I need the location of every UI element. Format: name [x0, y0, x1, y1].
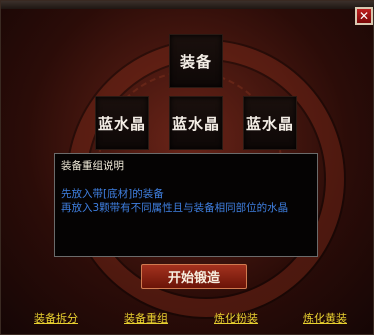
crystal-slot-1[interactable]: 蓝水晶	[95, 96, 149, 150]
equipment-slot-label: 装备	[179, 52, 212, 71]
crystal-slot-label: 蓝水晶	[245, 114, 294, 133]
description-line-1: 先放入带[底材]的装备	[61, 188, 164, 200]
equipment-slot[interactable]: 装备	[169, 34, 223, 88]
equipment-recombine-window: ✕ 装备 蓝水晶 蓝水晶 蓝水晶 装备重组说明 先放入带[底材]的装备 再放入3…	[0, 0, 374, 335]
description-title: 装备重组说明	[61, 160, 124, 172]
close-icon: ✕	[358, 9, 370, 23]
window-top-frame	[1, 1, 374, 9]
crystal-slot-label: 蓝水晶	[97, 114, 146, 133]
close-button[interactable]: ✕	[355, 7, 373, 25]
description-panel: 装备重组说明 先放入带[底材]的装备 再放入3颗带有不同属性且与装备相同部位的水…	[54, 153, 318, 257]
link-refine-pink-equipment[interactable]: 炼化粉装	[214, 310, 258, 326]
link-equipment-recombine[interactable]: 装备重组	[124, 310, 168, 326]
description-line-2: 再放入3颗带有不同属性且与装备相同部位的水晶	[61, 202, 289, 214]
link-equipment-disassemble[interactable]: 装备拆分	[34, 310, 78, 326]
crystal-slot-label: 蓝水晶	[171, 114, 220, 133]
start-forge-label: 开始锻造	[167, 271, 220, 286]
start-forge-button[interactable]: 开始锻造	[141, 264, 247, 289]
crystal-slot-2[interactable]: 蓝水晶	[169, 96, 223, 150]
crystal-slot-3[interactable]: 蓝水晶	[243, 96, 297, 150]
link-refine-yellow-equipment[interactable]: 炼化黄装	[303, 310, 347, 326]
